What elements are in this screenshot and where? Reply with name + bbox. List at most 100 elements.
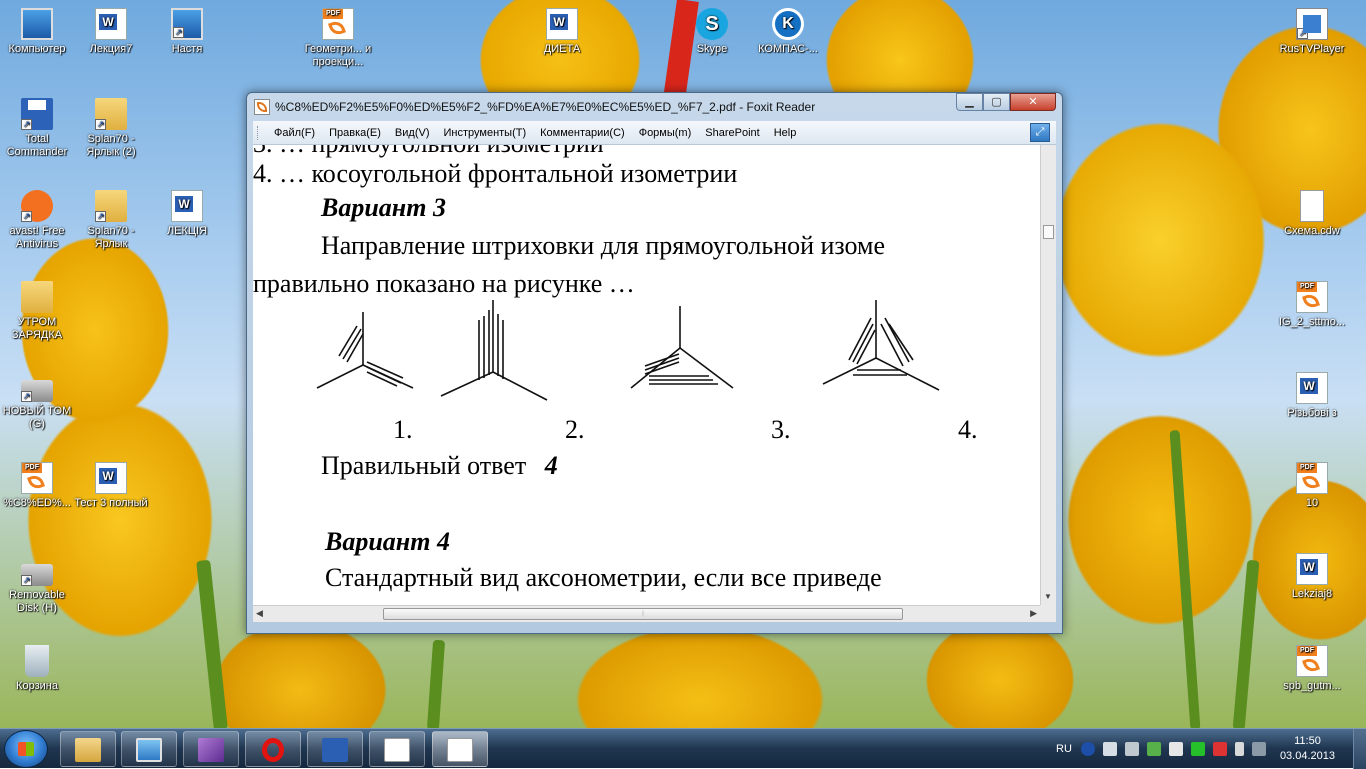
desktop-icon-lekziaj8[interactable]: Lekziaj8 bbox=[1272, 553, 1352, 601]
desktop-icon-lektsiya[interactable]: ЛЕКЦІЯ bbox=[150, 190, 224, 238]
menu-bar: Файл(F) Правка(E) Вид(V) Инструменты(T) … bbox=[253, 121, 1056, 145]
menu-comments[interactable]: Комментарии(C) bbox=[533, 127, 632, 139]
taskbar-opera[interactable] bbox=[245, 731, 301, 767]
desktop-icon-removable-disk[interactable]: ↗ Removable Disk (H) bbox=[0, 556, 74, 615]
toolbar-grip[interactable] bbox=[257, 125, 261, 140]
usb-icon[interactable] bbox=[1102, 742, 1117, 756]
drive-icon: ↗ bbox=[21, 564, 53, 586]
clock-time: 11:50 bbox=[1294, 735, 1321, 747]
desktop-icon-rizbovi[interactable]: Різьбові з bbox=[1272, 372, 1352, 420]
signal-icon[interactable] bbox=[1251, 742, 1266, 756]
figure-4 bbox=[822, 300, 940, 391]
word-icon bbox=[384, 738, 410, 762]
folder-icon bbox=[21, 281, 53, 313]
desktop-icon-utrom-zaryadka[interactable]: УТРОМ ЗАРЯДКА bbox=[0, 281, 74, 342]
desktop-icon-total-commander[interactable]: ↗ Total Commander bbox=[0, 98, 74, 159]
figure-1 bbox=[316, 312, 414, 389]
desktop-icon-10-pdf[interactable]: 10 bbox=[1272, 462, 1352, 510]
drive-icon: ↗ bbox=[21, 380, 53, 402]
taskbar-visual-studio[interactable] bbox=[183, 731, 239, 767]
horizontal-scrollbar[interactable]: ◀ ⦙ ▶ bbox=[253, 605, 1040, 622]
wallpaper-stem bbox=[1169, 430, 1201, 728]
document-viewport[interactable]: 3. … прямоугольной изометрии 4. … косоуг… bbox=[253, 145, 1040, 605]
word-doc-icon bbox=[95, 8, 127, 40]
title-bar[interactable]: %C8%ED%F2%E5%F0%ED%E5%F2_%FD%EA%E7%E0%EC… bbox=[247, 93, 1062, 119]
taskbar-word[interactable] bbox=[369, 731, 425, 767]
taskbar-total-commander[interactable] bbox=[307, 731, 363, 767]
pdf-icon bbox=[1296, 645, 1328, 677]
desktop-icon-computer[interactable]: Компьютер bbox=[0, 8, 74, 56]
answer-label: Правильный ответ bbox=[321, 451, 527, 480]
desktop-icon-spb-gutm[interactable]: spb_gutm... bbox=[1272, 645, 1352, 693]
language-indicator[interactable]: RU bbox=[1056, 743, 1072, 755]
scrollbar-corner bbox=[1040, 605, 1056, 622]
close-button[interactable]: ✕ bbox=[1010, 93, 1056, 111]
clock[interactable]: 11:50 03.04.2013 bbox=[1280, 734, 1335, 764]
foxit-app-icon[interactable] bbox=[254, 99, 270, 115]
scroll-left-arrow-icon[interactable]: ◀ bbox=[256, 608, 263, 619]
explorer-icon bbox=[75, 738, 101, 762]
battery-icon[interactable] bbox=[1234, 742, 1244, 756]
menu-help[interactable]: Help bbox=[767, 127, 804, 139]
start-button[interactable] bbox=[4, 730, 48, 768]
taskbar-media-player[interactable] bbox=[121, 731, 177, 767]
folder-shortcut-icon: ↗ bbox=[95, 98, 127, 130]
desktop-icon-rustvplayer[interactable]: ↗ RusTVPlayer bbox=[1272, 8, 1352, 56]
figure-label-3: 3. bbox=[771, 415, 791, 444]
volume-icon[interactable] bbox=[1212, 742, 1227, 756]
taskbar-foxit[interactable] bbox=[432, 731, 488, 767]
desktop-icon-nastya[interactable]: ↗ Настя bbox=[150, 8, 224, 56]
window-controls: ▁ ▢ ✕ bbox=[956, 93, 1056, 112]
menu-file[interactable]: Файл(F) bbox=[267, 127, 322, 139]
desktop-icon-test3[interactable]: Тест 3 полный bbox=[74, 462, 148, 510]
skype-icon: S bbox=[696, 8, 728, 40]
floppy-icon: ↗ bbox=[21, 98, 53, 130]
foxit-icon bbox=[447, 738, 473, 762]
figure-label-4: 4. bbox=[958, 415, 978, 444]
desktop-icon-pdf-file[interactable]: %C8%ED%... bbox=[0, 462, 74, 510]
folder-shortcut-icon: ↗ bbox=[171, 8, 203, 40]
show-hidden-icons-icon[interactable] bbox=[1124, 742, 1139, 756]
menu-sharepoint[interactable]: SharePoint bbox=[698, 127, 766, 139]
minimize-button[interactable]: ▁ bbox=[956, 93, 983, 111]
pdf-icon bbox=[1296, 462, 1328, 494]
desktop-icon-schema-cdw[interactable]: Схема.cdw bbox=[1272, 190, 1352, 238]
desktop-icon-dieta[interactable]: ДИЕТА bbox=[525, 8, 599, 56]
maximize-button[interactable]: ▢ bbox=[983, 93, 1010, 111]
vertical-scroll-thumb[interactable] bbox=[1043, 225, 1054, 239]
kompas-icon: K bbox=[772, 8, 804, 40]
desktop-icon-novyi-tom[interactable]: ↗ НОВЫЙ ТОМ (G) bbox=[0, 372, 74, 431]
answer-value: 4 bbox=[544, 451, 558, 480]
network-icon[interactable] bbox=[1190, 742, 1205, 756]
expand-icon[interactable]: ⤢ bbox=[1030, 123, 1050, 142]
pdf-icon bbox=[1296, 281, 1328, 313]
desktop-icon-kompas[interactable]: K КОМПАС-... bbox=[751, 8, 825, 56]
foxit-reader-window[interactable]: %C8%ED%F2%E5%F0%ED%E5%F2_%FD%EA%E7%E0%EC… bbox=[246, 92, 1063, 634]
desktop-icon-ig2-pdf[interactable]: IG_2_sttmo... bbox=[1272, 281, 1352, 329]
desktop-icon-geometry-pdf[interactable]: Геометри... и проекци... bbox=[300, 8, 376, 69]
floppy-icon bbox=[322, 738, 348, 762]
security-icon[interactable] bbox=[1146, 742, 1161, 756]
help-icon[interactable] bbox=[1080, 742, 1095, 756]
show-desktop-button[interactable] bbox=[1353, 729, 1366, 769]
wallpaper-stem bbox=[426, 639, 446, 728]
desktop-icon-splan70[interactable]: ↗ Splan70 - Ярлык bbox=[74, 190, 148, 251]
desktop-icon-skype[interactable]: S Skype bbox=[675, 8, 749, 56]
desktop-icon-avast[interactable]: ↗ avast! Free Antivirus bbox=[0, 190, 74, 251]
hatching-figures bbox=[316, 300, 940, 401]
wallpaper-stem bbox=[196, 559, 228, 728]
menu-tools[interactable]: Инструменты(T) bbox=[437, 127, 534, 139]
taskbar-explorer[interactable] bbox=[60, 731, 116, 767]
menu-view[interactable]: Вид(V) bbox=[388, 127, 437, 139]
desktop-icon-recycle-bin[interactable]: Корзина bbox=[0, 645, 74, 693]
scroll-right-arrow-icon[interactable]: ▶ bbox=[1030, 608, 1037, 619]
desktop-icon-lecture7[interactable]: Лекция7 bbox=[74, 8, 148, 56]
menu-edit[interactable]: Правка(E) bbox=[322, 127, 388, 139]
menu-forms[interactable]: Формы(m) bbox=[632, 127, 699, 139]
desktop-icon-splan70-2[interactable]: ↗ Splan70 - Ярлык (2) bbox=[74, 98, 148, 159]
horizontal-scroll-thumb[interactable]: ⦙ bbox=[383, 608, 903, 620]
action-center-flag-icon[interactable] bbox=[1168, 742, 1183, 756]
scroll-down-arrow-icon[interactable]: ▼ bbox=[1044, 592, 1052, 601]
media-player-icon bbox=[136, 738, 162, 762]
vertical-scrollbar[interactable]: ▼ bbox=[1040, 145, 1056, 605]
